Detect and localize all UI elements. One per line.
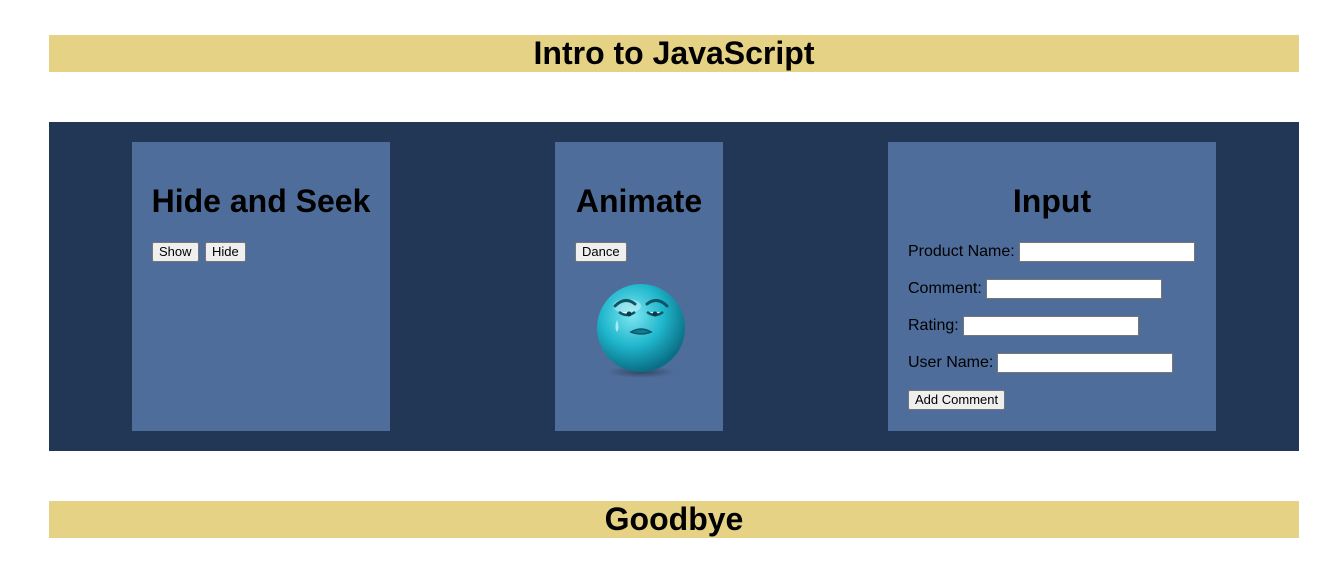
comment-row: Comment:	[908, 278, 1162, 300]
comment-field[interactable]	[985, 279, 1162, 299]
add-comment-button[interactable]: Add Comment	[908, 390, 1006, 410]
footer-banner: Goodbye	[49, 501, 1299, 538]
comment-label: Comment:	[908, 280, 982, 297]
product-name-row: Product Name:	[908, 241, 1195, 263]
main-section: Hide and Seek Show Hide Animate Dance In…	[49, 122, 1299, 451]
hide-and-seek-title: Hide and Seek	[151, 183, 371, 219]
hide-and-seek-panel: Hide and Seek Show Hide	[132, 142, 390, 431]
hide-button[interactable]: Hide	[205, 242, 246, 262]
animate-panel: Animate Dance	[555, 142, 723, 431]
page-title: Intro to JavaScript	[533, 35, 815, 71]
rating-field[interactable]	[962, 316, 1139, 336]
user-name-field[interactable]	[997, 353, 1174, 373]
rating-label: Rating:	[908, 317, 959, 334]
user-name-label: User Name:	[908, 354, 994, 371]
input-title: Input	[1012, 183, 1092, 219]
footer-title: Goodbye	[604, 501, 744, 537]
animate-title: Animate	[575, 183, 703, 219]
product-name-field[interactable]	[1018, 242, 1195, 262]
sad-face-icon	[597, 284, 685, 378]
rating-row: Rating:	[908, 315, 1139, 337]
input-panel: Input Product Name: Comment: Rating: Use…	[888, 142, 1216, 431]
show-button[interactable]: Show	[152, 242, 199, 262]
product-name-label: Product Name:	[908, 243, 1015, 260]
user-name-row: User Name:	[908, 352, 1174, 374]
header-banner: Intro to JavaScript	[49, 35, 1299, 72]
dance-button[interactable]: Dance	[575, 242, 627, 262]
